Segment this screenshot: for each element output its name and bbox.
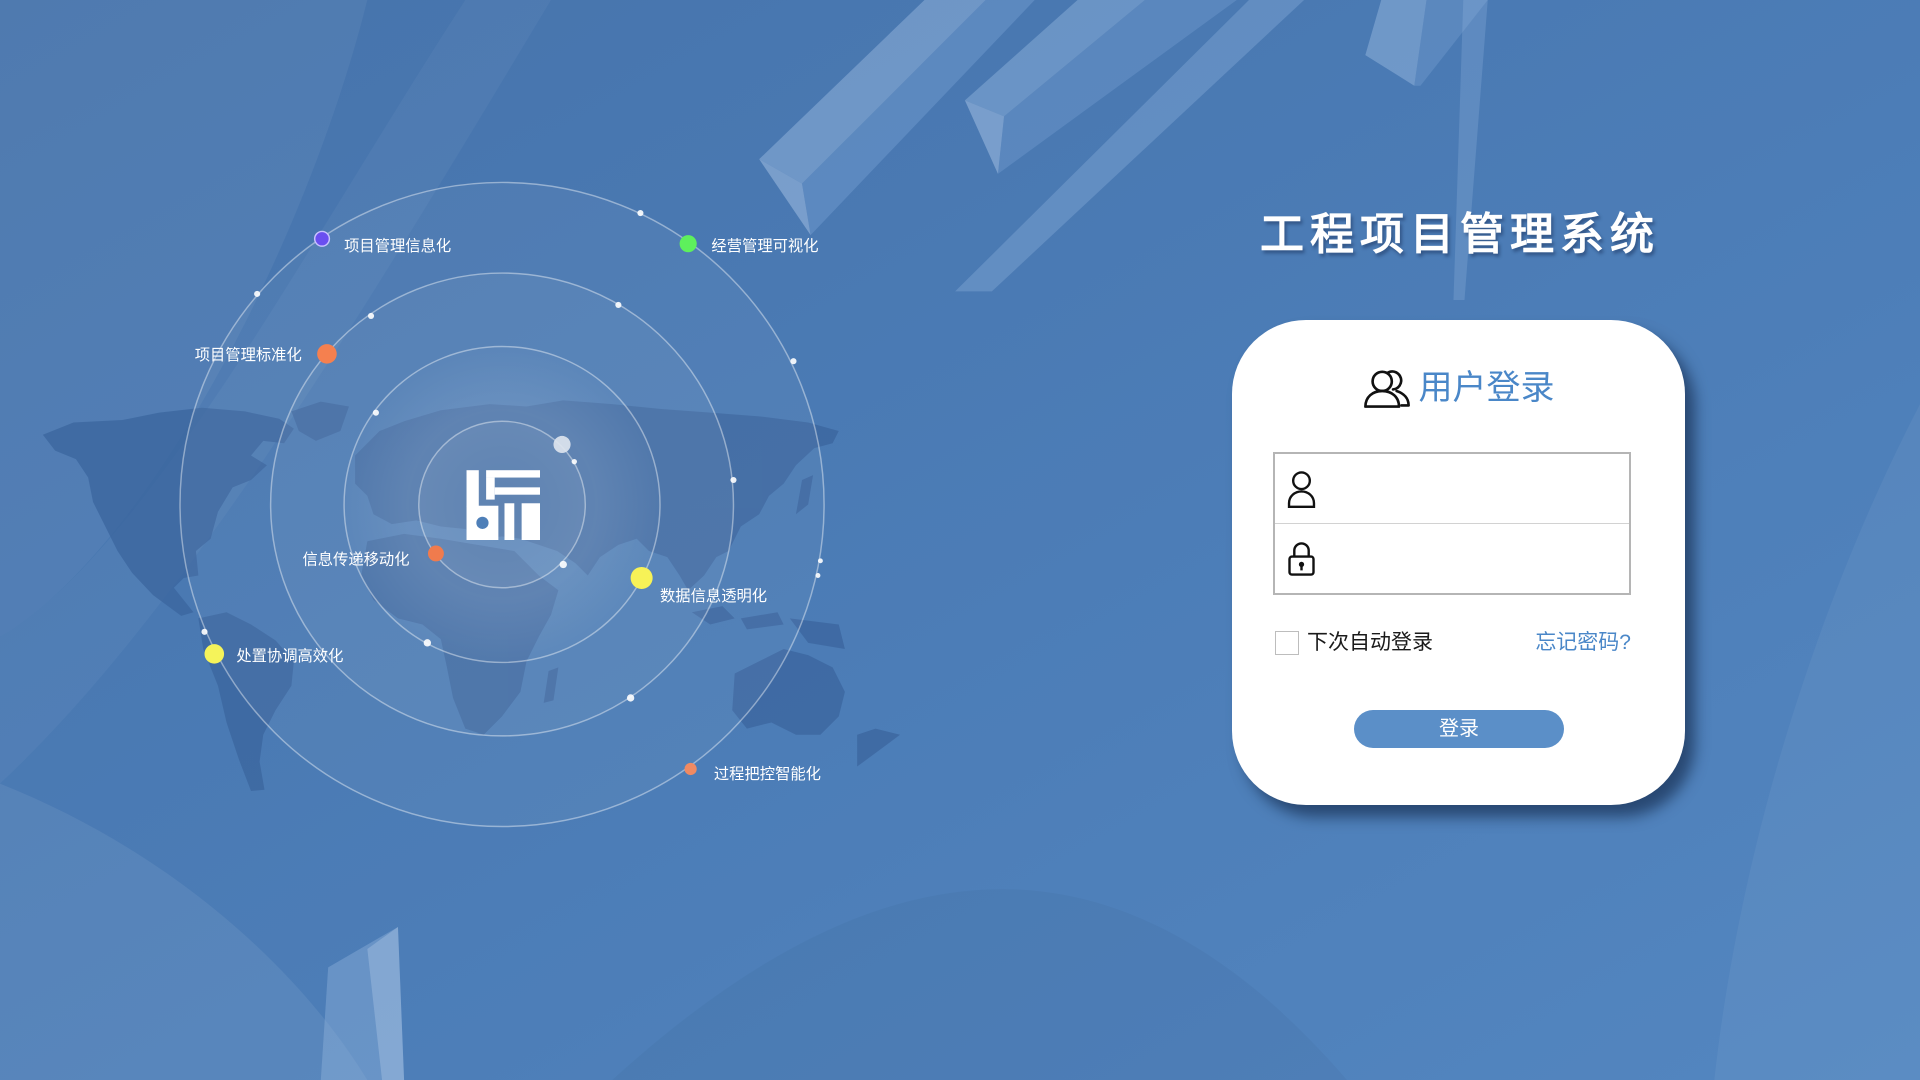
remember-checkbox[interactable] [1275, 631, 1299, 655]
feature-label: 数据信息透明化 [660, 587, 767, 605]
feature-dot [204, 644, 225, 664]
orbit-dot [423, 639, 432, 647]
orbit-dot [367, 312, 375, 319]
feature-dot [317, 344, 337, 364]
orbit-dot [559, 560, 567, 569]
orbit-dot [201, 628, 208, 635]
orbit-dot [730, 476, 737, 484]
lock-icon [1288, 541, 1315, 576]
feature-dot [679, 235, 697, 253]
orbit-rings [179, 181, 825, 828]
orbit-dot [815, 573, 821, 578]
feature-label: 项目管理标准化 [195, 346, 302, 364]
orbit-dot [626, 694, 635, 702]
user-icon [1287, 470, 1316, 508]
app-title: 工程项目管理系统 [1260, 209, 1660, 260]
login-button[interactable]: 登录 [1354, 710, 1564, 748]
orbit-dot [571, 458, 577, 465]
orbit-dot [817, 558, 823, 564]
users-icon [1363, 370, 1410, 408]
password-row [1275, 523, 1629, 593]
feature-label: 处置协调高效化 [236, 647, 343, 665]
feature-label: 项目管理信息化 [344, 237, 451, 255]
feature-dot [630, 566, 653, 589]
login-header: 用户登录 [1232, 364, 1685, 412]
password-input[interactable] [1331, 534, 1617, 583]
username-row [1275, 454, 1629, 523]
feature-dot [684, 762, 697, 776]
feature-dot [427, 545, 444, 562]
orbit-dot [637, 210, 644, 217]
login-heading: 用户登录 [1418, 369, 1555, 407]
orbit-dot [254, 290, 261, 297]
orbit-dot [790, 358, 797, 365]
feature-dot [313, 230, 331, 247]
orbit-dot-large [553, 435, 571, 454]
feature-label: 信息传递移动化 [302, 550, 409, 568]
feature-label: 经营管理可视化 [711, 237, 818, 255]
orbit-dot [615, 301, 622, 308]
forgot-password-link[interactable]: 忘记密码? [1535, 629, 1631, 657]
login-card: 用户登录 下次自动登录 忘记密码? 登录 [1232, 320, 1685, 805]
feature-label: 过程把控智能化 [714, 765, 821, 783]
username-input[interactable] [1331, 464, 1617, 513]
orbit-dot [372, 409, 379, 416]
remember-label[interactable]: 下次自动登录 [1307, 629, 1433, 657]
credentials-box [1273, 452, 1631, 595]
